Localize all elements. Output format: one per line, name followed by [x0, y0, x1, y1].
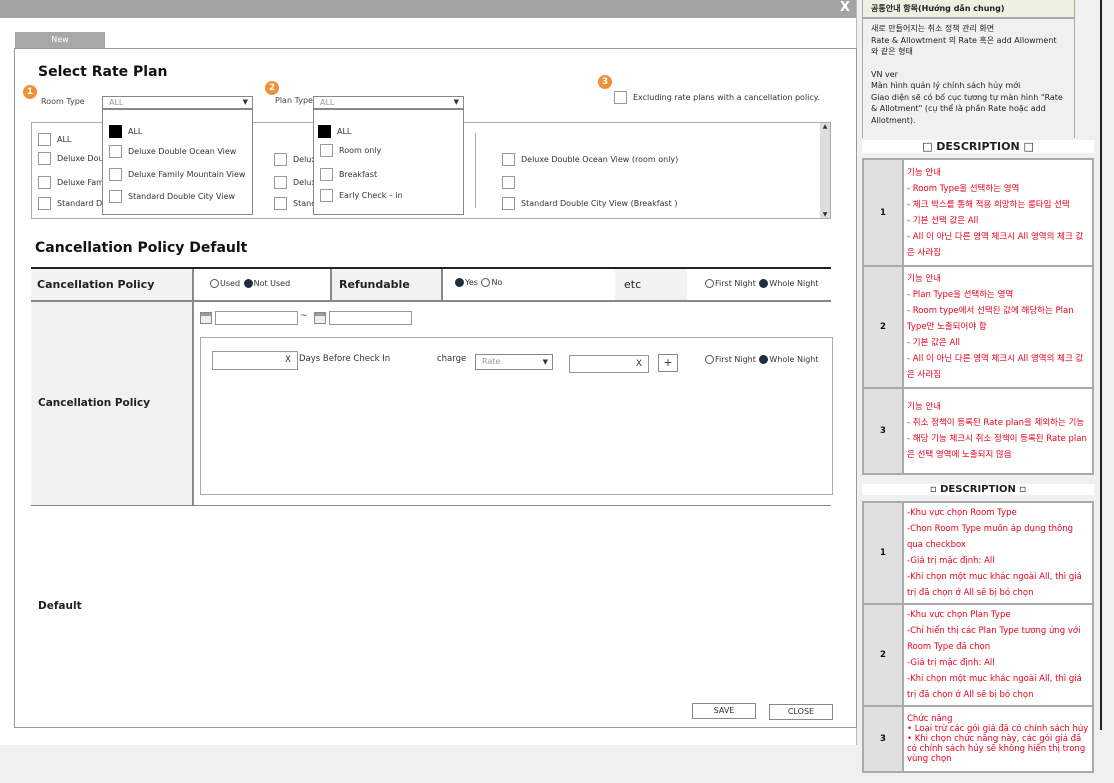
used-radio-group[interactable]: Used Not Used — [209, 279, 290, 288]
table-row: 1 기능 안내 - Room Type을 선택하는 영역 - 체크 박스를 통해 적용… — [862, 158, 1094, 267]
description-table-ko: 1 기능 안내 - Room Type을 선택하는 영역 - 체크 박스를 통해 적용… — [862, 158, 1094, 475]
close-window-button[interactable]: X — [840, 0, 850, 15]
days-input[interactable]: X — [212, 351, 298, 370]
room-option[interactable]: Standard Double City View — [109, 190, 235, 203]
start-date-input[interactable] — [215, 311, 298, 325]
refundable-label: Refundable — [332, 269, 441, 300]
badge-3: 3 — [598, 75, 612, 89]
room-option[interactable]: Deluxe Double Ocean View — [109, 145, 236, 158]
chevron-down-icon: ▼ — [242, 98, 248, 106]
charge-label: charge — [437, 354, 467, 364]
add-rule-button[interactable]: + — [658, 354, 678, 372]
chevron-down-icon: ▼ — [453, 98, 459, 106]
badge-2: 2 — [265, 81, 279, 95]
list-item[interactable]: Deluxe Double Ocean View (room only) — [502, 153, 678, 166]
plan-option[interactable]: ALL — [318, 125, 351, 138]
table-row: 1 -Khu vực chọn Room Type -Chọn Room Type … — [862, 501, 1094, 605]
description-title-vn: ▫ DESCRIPTION ▫ — [862, 484, 1094, 495]
plan-option[interactable]: Early Check – in — [320, 189, 403, 202]
plan-type-dropdown: ALL Room only Breakfast Early Check – in — [313, 109, 464, 215]
plan-option[interactable]: Room only — [320, 144, 381, 157]
close-button[interactable]: CLOSE — [769, 704, 833, 720]
table-row: 2 -Khu vực chọn Plan Type -Chỉ hiển thị cá… — [862, 603, 1094, 707]
room-type-select[interactable]: ALL ▼ — [102, 96, 253, 109]
room-option[interactable]: Deluxe Family Mountain View — [109, 168, 245, 181]
save-button[interactable]: SAVE — [692, 703, 756, 719]
room-option[interactable]: ALL — [109, 125, 142, 138]
description-table-vn: 1 -Khu vực chọn Room Type -Chọn Room Type … — [862, 501, 1094, 773]
tab-new[interactable]: New — [15, 32, 105, 48]
night-radio-group[interactable]: First Night Whole Night — [704, 279, 818, 288]
exclude-option[interactable]: Excluding rate plans with a cancellation… — [614, 91, 820, 104]
charge-input[interactable]: X — [569, 355, 649, 373]
plan-option[interactable]: Breakfast — [320, 168, 377, 181]
exclude-checkbox[interactable] — [614, 91, 627, 104]
list-item[interactable]: Standard Double City View (Breakfast ) — [502, 197, 677, 210]
refundable-radio-group[interactable]: Yes No — [454, 278, 502, 287]
days-before-label: Days Before Check In — [299, 354, 391, 364]
badge-1: 1 — [23, 85, 37, 99]
charge-select[interactable]: Rate ▼ — [475, 354, 553, 370]
scrollbar[interactable]: ▲ ▼ — [820, 123, 830, 218]
divider — [475, 133, 476, 208]
default-label: Cancellation Policy Default — [31, 302, 192, 612]
note-header: 공통안내 항목(Hướng dẫn chung) — [863, 0, 1074, 19]
plan-type-label: Plan Type — [275, 96, 313, 105]
popup-window: X New Select Rate Plan 1 Room Type ALL ▼ … — [0, 0, 857, 745]
rule-night-radio-group[interactable]: First Night Whole Night — [704, 355, 818, 364]
description-title-ko: □ DESCRIPTION □ — [862, 140, 1094, 153]
table-row: 2 기능 안내 - Plan Type을 선택하는 영역 - Room type에서 … — [862, 265, 1094, 389]
policy-title: Cancellation Policy Default — [35, 240, 248, 256]
table-row: 3 Chức năng • Loại trừ các gói giá đã có c… — [862, 705, 1094, 773]
list-item[interactable] — [502, 176, 521, 189]
select-rate-plan-title: Select Rate Plan — [38, 64, 168, 80]
list-item[interactable]: ALL — [38, 133, 71, 146]
room-type-dropdown: ALL Deluxe Double Ocean View Deluxe Fami… — [102, 109, 253, 215]
room-type-label: Room Type — [41, 97, 85, 106]
general-note: 공통안내 항목(Hướng dẫn chung) 새로 만들어지는 취소 정책 … — [862, 0, 1075, 138]
tilde: ~ — [300, 311, 308, 321]
plan-type-select[interactable]: ALL ▼ — [313, 96, 464, 109]
plan-type-value: ALL — [320, 98, 335, 107]
calendar-icon[interactable] — [200, 312, 212, 324]
table-row: 3 기능 안내 - 취소 정책이 등록된 Rate plan을 제외하는 기능 - 해… — [862, 387, 1094, 475]
end-date-input[interactable] — [329, 311, 412, 325]
title-bar: X — [0, 0, 856, 18]
option-label: Cancellation Policy Option — [31, 269, 192, 322]
exclude-label: Excluding rate plans with a cancellation… — [633, 93, 820, 102]
chevron-down-icon: ▼ — [542, 358, 548, 366]
room-type-value: ALL — [109, 98, 124, 107]
calendar-icon[interactable] — [314, 312, 326, 324]
etc-label: etc — [615, 269, 687, 300]
